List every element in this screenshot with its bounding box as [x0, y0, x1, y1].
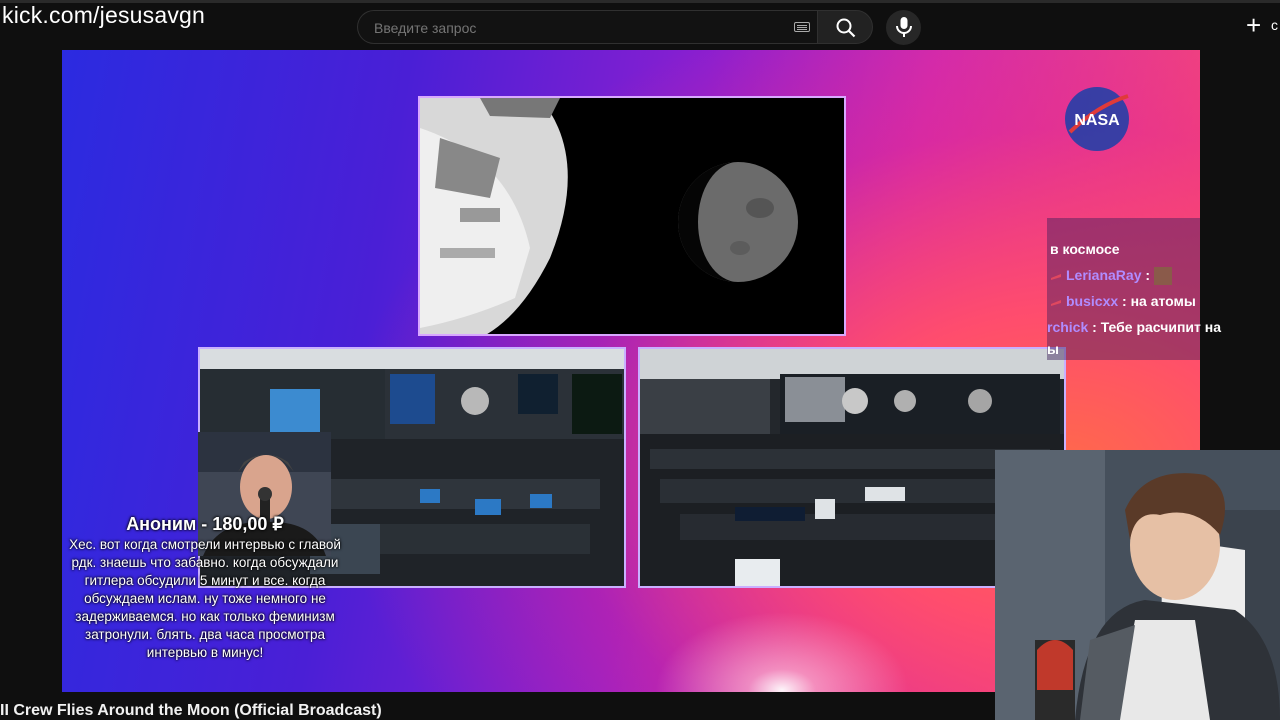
chat-message: ы: [1047, 341, 1059, 357]
top-bar: kick.com/jesusavgn + с: [0, 0, 1280, 50]
chat-message: busicxx : на атомы: [1047, 289, 1196, 313]
video-title: II Crew Flies Around the Moon (Official …: [0, 702, 382, 719]
chat-message: в космосе: [1050, 241, 1120, 257]
chat-username[interactable]: LerianaRay: [1066, 267, 1141, 283]
video-panel-moon: [418, 96, 846, 336]
donation-message: Хес. вот когда смотрели интервью с главо…: [69, 537, 341, 660]
create-button-label[interactable]: с: [1271, 17, 1278, 33]
search-button[interactable]: [817, 10, 873, 44]
nasa-logo: NASA: [1062, 84, 1132, 154]
chat-username[interactable]: busicxx: [1066, 293, 1118, 309]
streamer-webcam: [995, 450, 1280, 720]
nasa-logo-text: NASA: [1074, 112, 1120, 129]
stream-chat: в космосе LerianaRay : busicxx : на атом…: [1047, 218, 1280, 360]
mic-icon: [896, 17, 912, 37]
donation-title: Аноним - 180,00 ₽: [126, 514, 284, 534]
chat-message: LerianaRay :: [1047, 263, 1172, 287]
chat-message: rchick : Тебе расчипит на: [1047, 319, 1222, 335]
voice-search-button[interactable]: [886, 10, 921, 45]
keyboard-icon[interactable]: [794, 22, 810, 32]
search-icon: [836, 18, 856, 38]
badge-icon: [1051, 274, 1061, 281]
search-box[interactable]: [357, 10, 817, 44]
plus-icon[interactable]: +: [1246, 12, 1261, 38]
stream-url: kick.com/jesusavgn: [2, 2, 206, 28]
badge-icon: [1051, 300, 1061, 307]
moon-capsule-image: [420, 98, 844, 334]
search-input[interactable]: [372, 19, 776, 37]
emote-icon: [1153, 267, 1172, 286]
chat-username[interactable]: rchick: [1047, 319, 1088, 335]
